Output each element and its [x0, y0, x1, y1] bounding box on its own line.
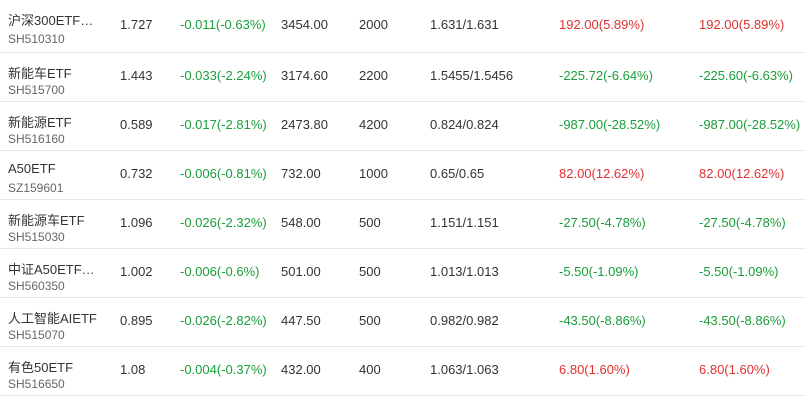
position-quantity: 4200 [359, 117, 388, 132]
current-price: 1.443 [120, 68, 153, 83]
cost-price: 1.5455/1.5456 [430, 68, 514, 83]
position-pnl: 82.00(12.62%) [699, 166, 785, 181]
floating-pnl: 192.00(5.89%) [559, 17, 645, 32]
cost-price: 0.982/0.982 [430, 313, 499, 328]
market-value: 432.00 [281, 362, 321, 377]
position-quantity: 2000 [359, 17, 388, 32]
position-quantity: 500 [359, 264, 381, 279]
cost-price: 1.151/1.151 [430, 215, 499, 230]
current-price: 0.895 [120, 313, 153, 328]
floating-pnl: 82.00(12.62%) [559, 166, 645, 181]
market-value: 732.00 [281, 166, 321, 181]
market-value: 548.00 [281, 215, 321, 230]
fund-code: SH560350 [8, 279, 65, 293]
table-row[interactable]: 新能源车ETF SH515030 1.096 -0.026(-2.32%) 54… [0, 200, 806, 249]
price-change: -0.004(-0.37%) [180, 362, 267, 377]
fund-name[interactable]: 新能源车ETF [8, 210, 85, 229]
position-quantity: 500 [359, 215, 381, 230]
floating-pnl: -225.72(-6.64%) [559, 68, 653, 83]
current-price: 1.727 [120, 17, 153, 32]
fund-name[interactable]: 新能车ETF [8, 63, 72, 82]
floating-pnl: -43.50(-8.86%) [559, 313, 646, 328]
fund-name[interactable]: 人工智能AIETF [8, 308, 97, 327]
current-price: 1.002 [120, 264, 153, 279]
floating-pnl: -27.50(-4.78%) [559, 215, 646, 230]
table-row[interactable]: A50ETF SZ159601 0.732 -0.006(-0.81%) 732… [0, 151, 806, 200]
price-change: -0.017(-2.81%) [180, 117, 267, 132]
fund-code: SH516650 [8, 377, 65, 391]
table-row[interactable]: 中证A50ETF… SH560350 1.002 -0.006(-0.6%) 5… [0, 249, 806, 298]
position-quantity: 400 [359, 362, 381, 377]
cost-price: 0.65/0.65 [430, 166, 485, 181]
price-change: -0.026(-2.32%) [180, 215, 267, 230]
floating-pnl: -987.00(-28.52%) [559, 117, 661, 132]
price-change: -0.006(-0.81%) [180, 166, 267, 181]
floating-pnl: 6.80(1.60%) [559, 362, 630, 377]
cost-price: 1.631/1.631 [430, 17, 499, 32]
floating-pnl: -5.50(-1.09%) [559, 264, 639, 279]
price-change: -0.006(-0.6%) [180, 264, 260, 279]
current-price: 0.732 [120, 166, 153, 181]
fund-code: SH515070 [8, 328, 65, 342]
current-price: 0.589 [120, 117, 153, 132]
fund-code: SH516160 [8, 132, 65, 146]
current-price: 1.096 [120, 215, 153, 230]
market-value: 3454.00 [281, 17, 328, 32]
current-price: 1.08 [120, 362, 146, 377]
fund-code: SH515030 [8, 230, 65, 244]
position-pnl: -5.50(-1.09%) [699, 264, 779, 279]
price-change: -0.026(-2.82%) [180, 313, 267, 328]
position-pnl: -225.60(-6.63%) [699, 68, 793, 83]
fund-code: SZ159601 [8, 181, 64, 195]
table-row[interactable]: 有色50ETF SH516650 1.08 -0.004(-0.37%) 432… [0, 347, 806, 396]
position-pnl: -43.50(-8.86%) [699, 313, 786, 328]
fund-name[interactable]: 中证A50ETF… [8, 259, 95, 278]
position-pnl: 192.00(5.89%) [699, 17, 785, 32]
table-row[interactable]: 沪深300ETF… SH510310 1.727 -0.011(-0.63%) … [0, 0, 806, 53]
holdings-table: 沪深300ETF… SH510310 1.727 -0.011(-0.63%) … [0, 0, 806, 410]
position-pnl: -27.50(-4.78%) [699, 215, 786, 230]
price-change: -0.011(-0.63%) [180, 17, 266, 32]
cost-price: 1.013/1.013 [430, 264, 499, 279]
cost-price: 0.824/0.824 [430, 117, 499, 132]
position-quantity: 1000 [359, 166, 388, 181]
fund-name[interactable]: 新能源ETF [8, 112, 72, 131]
price-change: -0.033(-2.24%) [180, 68, 267, 83]
position-pnl: -987.00(-28.52%) [699, 117, 801, 132]
position-quantity: 500 [359, 313, 381, 328]
table-row[interactable]: 新能车ETF SH515700 1.443 -0.033(-2.24%) 317… [0, 53, 806, 102]
table-row[interactable]: 新能源ETF SH516160 0.589 -0.017(-2.81%) 247… [0, 102, 806, 151]
cost-price: 1.063/1.063 [430, 362, 499, 377]
market-value: 501.00 [281, 264, 321, 279]
market-value: 447.50 [281, 313, 321, 328]
fund-name[interactable]: 沪深300ETF… [8, 10, 93, 29]
position-pnl: 6.80(1.60%) [699, 362, 770, 377]
market-value: 2473.80 [281, 117, 328, 132]
position-quantity: 2200 [359, 68, 388, 83]
fund-code: SH515700 [8, 83, 65, 97]
market-value: 3174.60 [281, 68, 328, 83]
fund-name[interactable]: A50ETF [8, 161, 56, 176]
fund-name[interactable]: 有色50ETF [8, 357, 73, 376]
fund-code: SH510310 [8, 32, 65, 46]
table-row[interactable]: 人工智能AIETF SH515070 0.895 -0.026(-2.82%) … [0, 298, 806, 347]
